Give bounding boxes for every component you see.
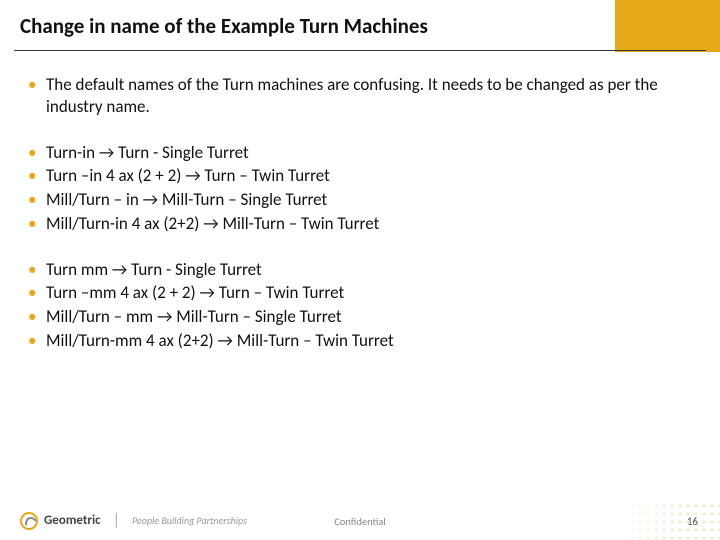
spacer: [28, 120, 692, 142]
title-accent-box: [615, 0, 720, 52]
spacer: [28, 237, 692, 259]
list-item: Mill/Turn – in → Mill-Turn – Single Turr…: [28, 189, 692, 211]
list-item: Mill/Turn-in 4 ax (2+2) → Mill-Turn – Tw…: [28, 213, 692, 235]
brand-name: Geometric: [44, 513, 101, 528]
intro-bullet: The default names of the Turn machines a…: [28, 74, 692, 118]
logo-icon: [20, 512, 38, 530]
title-bar: Change in name of the Example Turn Machi…: [0, 0, 720, 52]
list-item-text: Mill/Turn – in → Mill-Turn – Single Turr…: [46, 189, 327, 210]
footer: Geometric | People Building Partnerships…: [0, 502, 720, 540]
list-item-text: Turn-in → Turn - Single Turret: [46, 142, 249, 163]
slide-title: Change in name of the Example Turn Machi…: [0, 13, 615, 39]
list-item-text: Mill/Turn-mm 4 ax (2+2) → Mill-Turn – Tw…: [46, 330, 394, 351]
list-item: Turn –mm 4 ax (2 + 2) → Turn – Twin Turr…: [28, 282, 692, 304]
list-item-text: Turn mm → Turn - Single Turret: [46, 259, 262, 280]
list-item-text: Turn –mm 4 ax (2 + 2) → Turn – Twin Turr…: [46, 282, 344, 303]
group1-list: Turn-in → Turn - Single Turret Turn –in …: [28, 142, 692, 235]
list-item-text: Mill/Turn – mm → Mill-Turn – Single Turr…: [46, 306, 342, 327]
footer-decoration: [580, 502, 720, 540]
list-item: Turn-in → Turn - Single Turret: [28, 142, 692, 164]
list-item: Turn mm → Turn - Single Turret: [28, 259, 692, 281]
list-item-text: Mill/Turn-in 4 ax (2+2) → Mill-Turn – Tw…: [46, 213, 379, 234]
title-underline: [14, 50, 706, 51]
list-item: Mill/Turn – mm → Mill-Turn – Single Turr…: [28, 306, 692, 328]
slide-body: The default names of the Turn machines a…: [0, 52, 720, 352]
page-number: 16: [687, 515, 698, 528]
intro-list: The default names of the Turn machines a…: [28, 74, 692, 118]
footer-logo-block: Geometric | People Building Partnerships: [20, 511, 247, 530]
brand-tagline: People Building Partnerships: [132, 514, 247, 527]
group2-list: Turn mm → Turn - Single Turret Turn –mm …: [28, 259, 692, 352]
list-item: Turn –in 4 ax (2 + 2) → Turn – Twin Turr…: [28, 165, 692, 187]
separator-icon: |: [113, 511, 120, 530]
list-item: Mill/Turn-mm 4 ax (2+2) → Mill-Turn – Tw…: [28, 330, 692, 352]
footer-center-label: Confidential: [334, 515, 386, 528]
list-item-text: Turn –in 4 ax (2 + 2) → Turn – Twin Turr…: [46, 165, 330, 186]
slide: Change in name of the Example Turn Machi…: [0, 0, 720, 540]
intro-text: The default names of the Turn machines a…: [46, 74, 658, 117]
